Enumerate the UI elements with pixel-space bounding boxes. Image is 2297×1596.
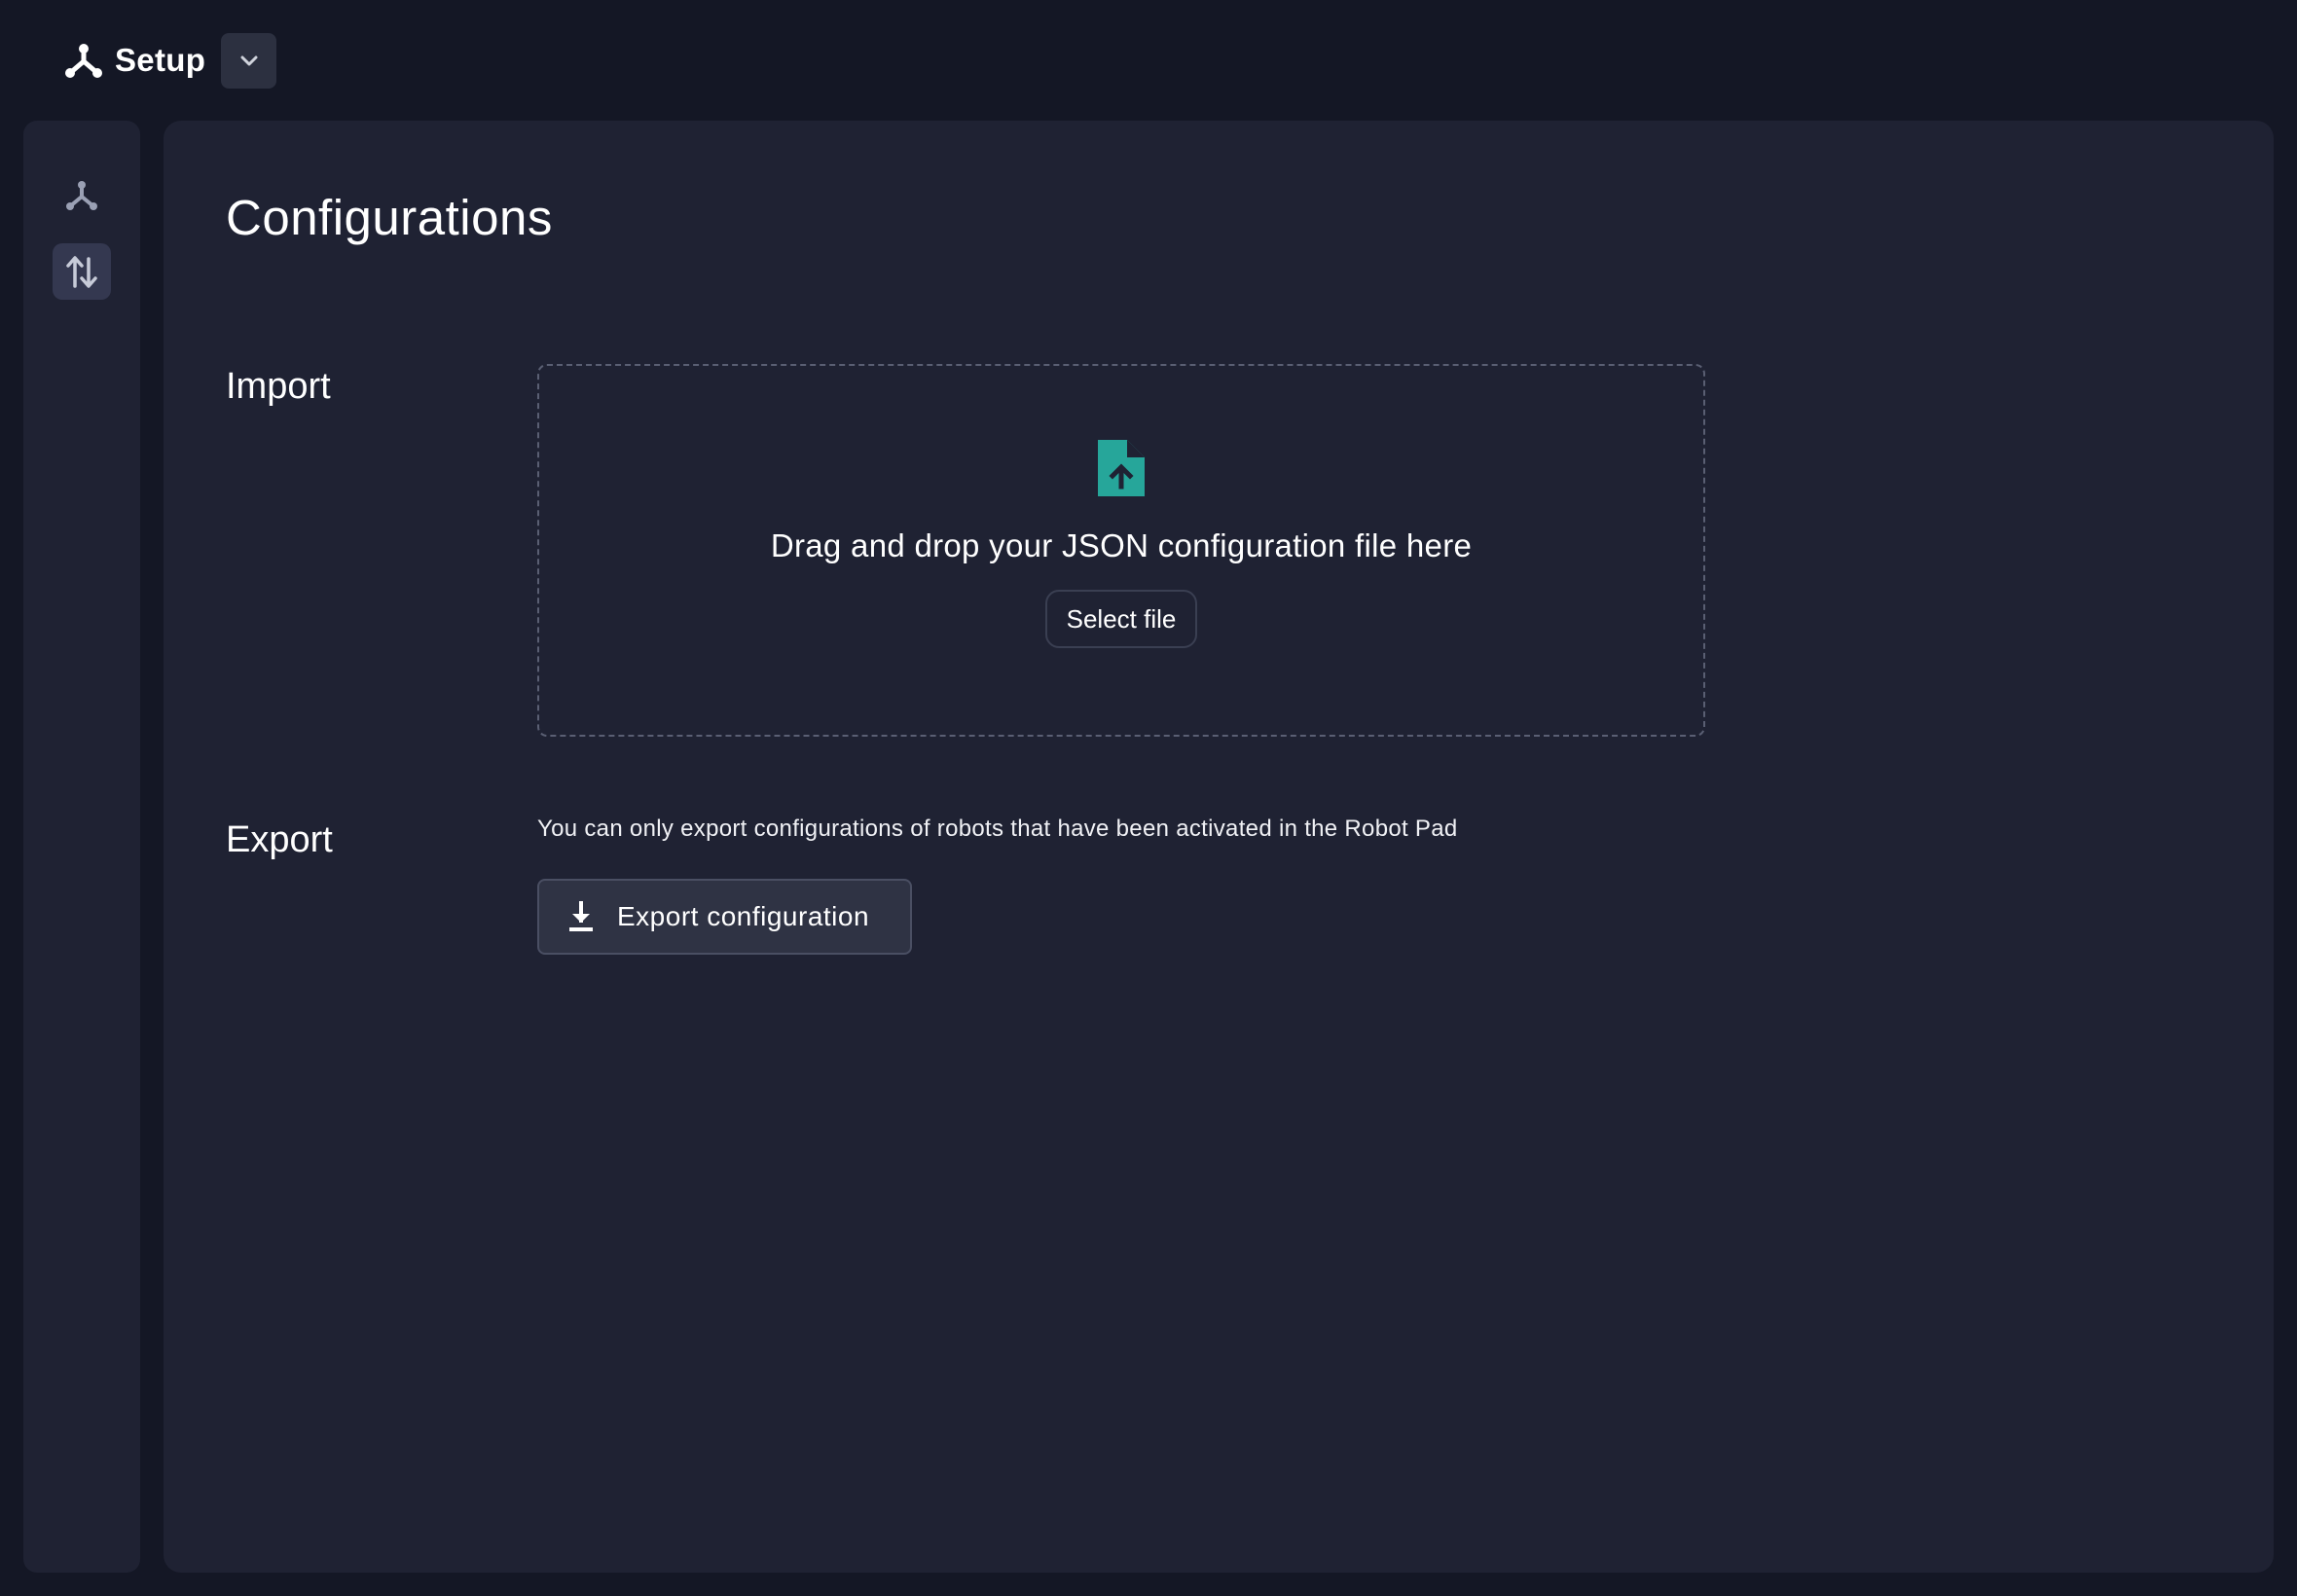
app-switcher[interactable]: Setup [64,41,205,80]
export-configuration-button[interactable]: Export configuration [537,879,912,955]
export-button-label: Export configuration [617,901,870,931]
import-export-icon [66,256,97,288]
dropzone-instruction: Drag and drop your JSON configuration fi… [770,527,1473,563]
top-bar: Setup [0,0,2297,121]
page-title: Configurations [226,190,553,245]
sidebar [23,121,140,1573]
main-panel: Configurations Import Drag and drop your… [164,121,2274,1573]
export-note: You can only export configurations of ro… [537,816,1458,842]
sidebar-item-setup[interactable] [53,167,111,224]
chevron-down-icon [240,55,258,66]
app-title: Setup [115,42,206,78]
network-icon [64,41,103,80]
network-icon [66,181,97,210]
download-icon [566,901,596,932]
import-dropzone[interactable]: Drag and drop your JSON configuration fi… [537,364,1705,737]
select-file-button[interactable]: Select file [1044,590,1198,648]
sidebar-item-import-export[interactable] [53,243,111,300]
export-section-label: Export [226,819,333,860]
file-upload-icon [1098,440,1145,496]
import-section-label: Import [226,366,331,407]
app-menu-button[interactable] [221,32,277,89]
